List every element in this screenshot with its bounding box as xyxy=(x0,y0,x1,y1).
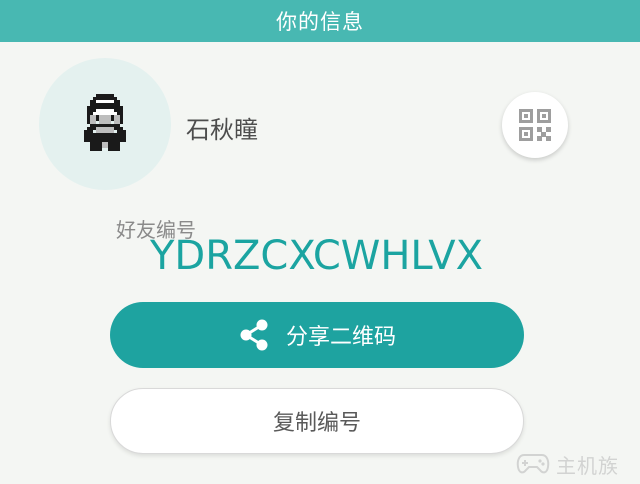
share-qr-button[interactable]: 分享二维码 xyxy=(110,302,524,368)
pixel-trainer-avatar-icon xyxy=(84,94,126,151)
share-button-label: 分享二维码 xyxy=(285,325,396,350)
copy-button-label: 复制编号 xyxy=(272,411,361,436)
share-icon xyxy=(238,318,270,352)
page-title: 你的信息 xyxy=(276,10,364,34)
copy-code-button[interactable]: 复制编号 xyxy=(110,388,524,454)
user-name: 石秋瞳 xyxy=(186,116,258,144)
avatar xyxy=(39,58,171,190)
watermark-text: 主机族 xyxy=(556,453,619,478)
qr-code-icon xyxy=(519,109,551,141)
watermark: 主机族 xyxy=(516,448,634,480)
friend-code-value: YDRZCXCWHLVX xyxy=(150,233,484,279)
qr-code-button[interactable] xyxy=(502,92,568,158)
page-header: 你的信息 xyxy=(0,0,640,42)
gamepad-logo-icon xyxy=(516,454,550,474)
